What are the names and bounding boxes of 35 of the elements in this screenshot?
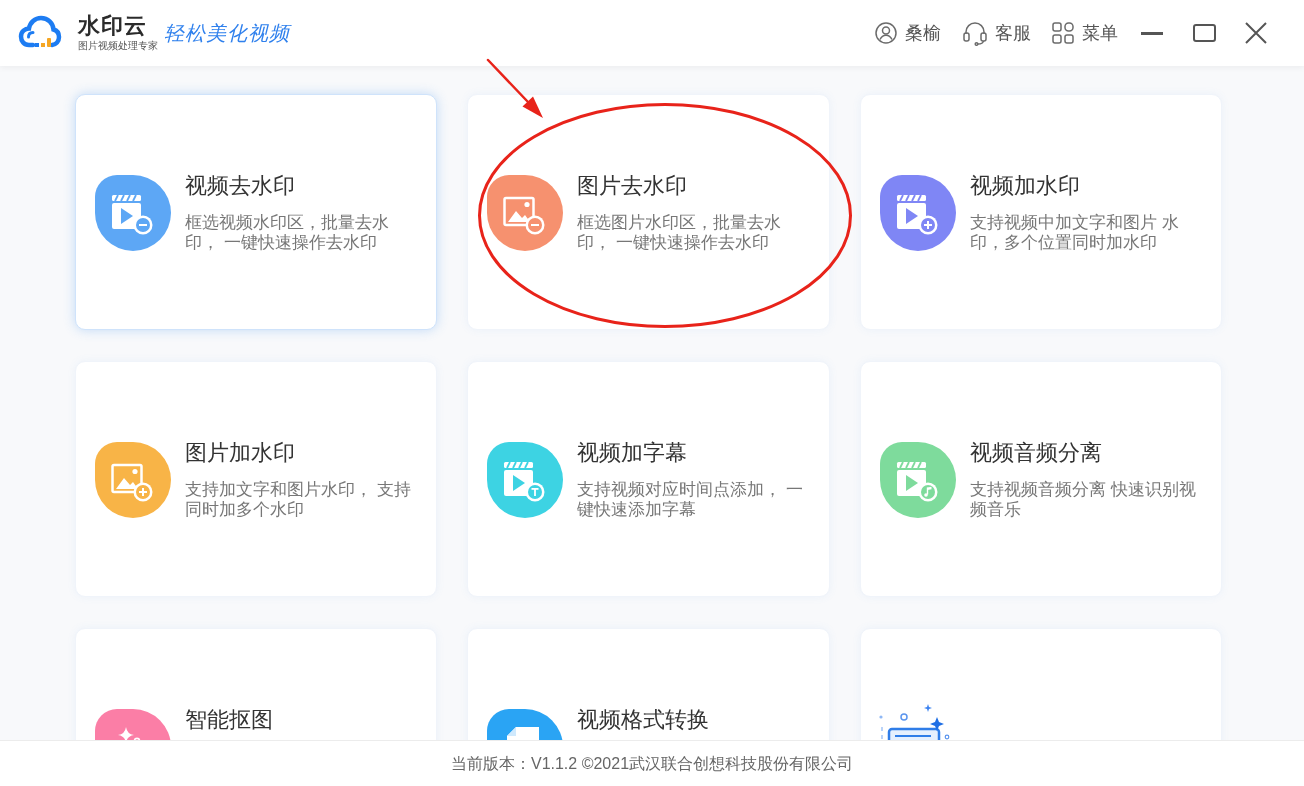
feature-card[interactable]: 视频加字幕 支持视频对应时间点添加， 一键快速添加字幕 [467, 361, 830, 597]
card-description: 框选视频水印区，批量去水印， 一键快速操作去水印 [185, 213, 390, 253]
maximize-icon [1192, 24, 1216, 42]
close-icon [1245, 22, 1267, 44]
card-title: 图片加水印 [185, 442, 296, 464]
menu-button[interactable]: 菜单 [1052, 21, 1118, 45]
slogan-text: 轻松美化视频 [164, 21, 290, 46]
user-icon [875, 22, 897, 44]
card-title: 智能抠图 [185, 709, 273, 731]
card-description: 支持视频中加文字和图片 水印，多个位置同时加水印 [970, 213, 1180, 253]
card-title: 视频音频分离 [970, 442, 1103, 464]
card-description: 支持视频音频分离 快速识别视频音乐 [970, 480, 1197, 520]
card-title: 视频加水印 [970, 175, 1081, 197]
version-copyright-text: 当前版本：V1.1.2 ©2021武汉联合创想科技股份有限公司 [450, 753, 854, 774]
card-title: 视频加字幕 [577, 442, 688, 464]
feature-card[interactable]: 视频音频分离 支持视频音频分离 快速识别视频音乐 [860, 361, 1222, 597]
feature-card[interactable]: 智能抠图 [75, 628, 437, 740]
feature-card[interactable]: 视频加水印 支持视频中加文字和图片 水印，多个位置同时加水印 [860, 94, 1222, 330]
card-title: 视频去水印 [185, 175, 296, 197]
headset-icon [962, 20, 988, 46]
card-description: 支持视频对应时间点添加， 一键快速添加字幕 [577, 480, 804, 520]
user-button[interactable]: 桑榆 [875, 21, 941, 45]
logo-name: 水印云 [78, 14, 148, 38]
support-button[interactable]: 客服 [962, 20, 1031, 46]
feature-card[interactable]: 图片加水印 支持加文字和图片水印， 支持同时加多个水印 [75, 361, 437, 597]
card-title: 图片去水印 [577, 175, 688, 197]
feature-card[interactable]: 视频格式转换 [467, 628, 830, 740]
feature-card[interactable]: 图片去水印 框选图片水印区，批量去水印， 一键快速操作去水印 [467, 94, 830, 330]
card-title: 视频格式转换 [577, 709, 709, 731]
card-description: 支持加文字和图片水印， 支持同时加多个水印 [185, 480, 412, 520]
logo-tagline: 图片视频处理专家 [78, 40, 158, 52]
grid-icon [1052, 22, 1074, 44]
card-description: 框选图片水印区，批量去水印， 一键快速操作去水印 [577, 213, 782, 253]
minimize-icon [1141, 31, 1163, 35]
feature-card[interactable]: 视频去水印 框选视频水印区，批量去水印， 一键快速操作去水印 [75, 94, 437, 330]
